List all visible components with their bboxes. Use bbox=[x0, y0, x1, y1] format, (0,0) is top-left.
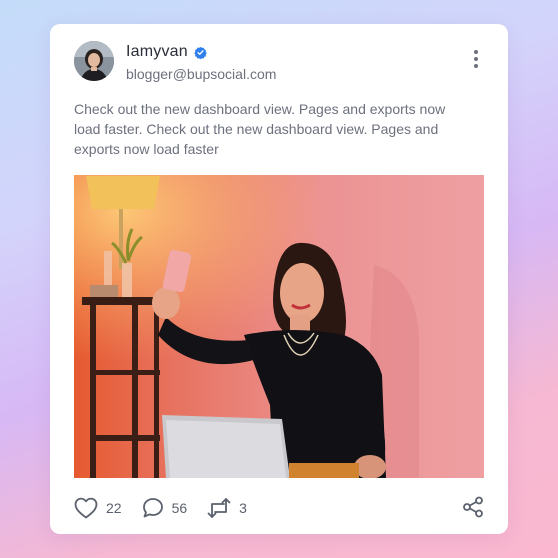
more-menu-button[interactable] bbox=[472, 50, 480, 70]
post-image[interactable] bbox=[74, 175, 484, 478]
share-icon bbox=[463, 496, 483, 517]
comment-icon bbox=[142, 498, 163, 518]
post-card: Iamyvan blogger@bupsocial.com Check out … bbox=[50, 24, 508, 534]
heart-icon bbox=[74, 497, 98, 519]
post-actions: 22 56 3 bbox=[74, 496, 484, 520]
comment-count: 56 bbox=[171, 500, 188, 516]
post-text: Check out the new dashboard view. Pages … bbox=[74, 101, 446, 157]
author-name-row: Iamyvan bbox=[126, 43, 207, 61]
share-button[interactable] bbox=[462, 496, 484, 521]
verified-badge-icon bbox=[194, 46, 207, 59]
repost-button[interactable]: 3 bbox=[207, 497, 247, 519]
repost-count: 3 bbox=[239, 500, 247, 516]
author-handle: blogger@bupsocial.com bbox=[126, 66, 277, 82]
more-vertical-icon bbox=[472, 50, 480, 68]
comment-button[interactable]: 56 bbox=[142, 497, 188, 519]
like-count: 22 bbox=[106, 500, 122, 516]
avatar[interactable] bbox=[74, 41, 114, 81]
like-button[interactable]: 22 bbox=[74, 497, 122, 519]
post-photo bbox=[74, 175, 484, 478]
author-name[interactable]: Iamyvan bbox=[126, 43, 188, 61]
repost-icon bbox=[207, 498, 231, 518]
avatar-image bbox=[74, 41, 114, 81]
